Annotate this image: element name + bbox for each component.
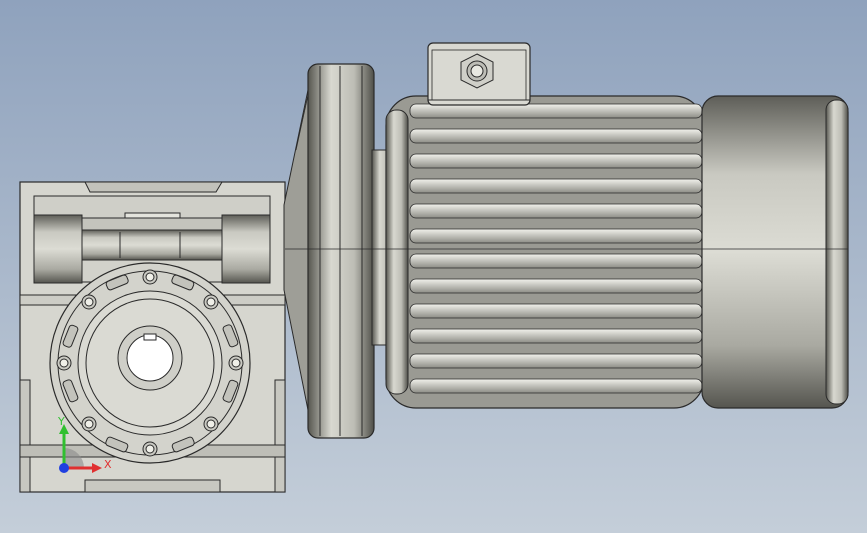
y-axis-label: Y [57, 415, 65, 428]
terminal-box [427, 42, 531, 106]
cad-viewport[interactable]: Y X [0, 0, 867, 533]
z-axis-dot [59, 463, 69, 473]
model-drawing: Y X [19, 42, 849, 493]
fan-cover [701, 95, 849, 409]
motor-flange [307, 63, 395, 439]
output-bore [117, 325, 183, 391]
x-axis-label: X [104, 458, 112, 471]
